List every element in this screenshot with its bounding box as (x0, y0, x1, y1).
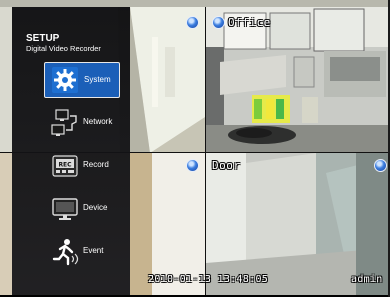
menu-item-event-label: Event (83, 246, 104, 255)
menu-item-system[interactable]: System (44, 62, 120, 98)
monitor-icon (50, 194, 80, 224)
menu-item-device-label: Device (83, 203, 108, 212)
setup-menu: SETUP Digital Video Recorder System Netw… (12, 7, 130, 295)
menu-item-network[interactable]: Network (44, 105, 120, 141)
camera-2-status-icon (212, 16, 225, 29)
menu-item-device[interactable]: Device (44, 191, 120, 227)
menu-title: SETUP (26, 33, 60, 44)
camera-3-label: Door (212, 159, 241, 172)
record-icon: REC (50, 151, 80, 181)
svg-text:REC: REC (58, 162, 72, 169)
top-bar (0, 0, 390, 7)
menu-item-record[interactable]: REC Record (44, 148, 120, 184)
camera-1-status-icon (186, 16, 199, 29)
menu-item-network-label: Network (83, 117, 113, 126)
menu-item-system-label: System (84, 75, 111, 84)
grid-divider-vertical (205, 7, 206, 295)
menu-item-event[interactable]: Event (44, 234, 120, 270)
menu-item-record-label: Record (83, 160, 109, 169)
timestamp: 2010-01-13 13:48:05 (148, 274, 269, 285)
camera-3-status-icon (186, 159, 199, 172)
running-person-icon (50, 237, 80, 267)
user-name: admin (351, 274, 383, 285)
camera-4-status-icon (374, 159, 387, 172)
gear-icon (52, 67, 78, 93)
camera-2-label: Office (228, 16, 271, 29)
menu-subtitle: Digital Video Recorder (26, 44, 101, 53)
network-icon (50, 108, 80, 138)
dvr-screen: Office Door 2010-01-13 13:48:05 admin SE… (0, 0, 390, 297)
